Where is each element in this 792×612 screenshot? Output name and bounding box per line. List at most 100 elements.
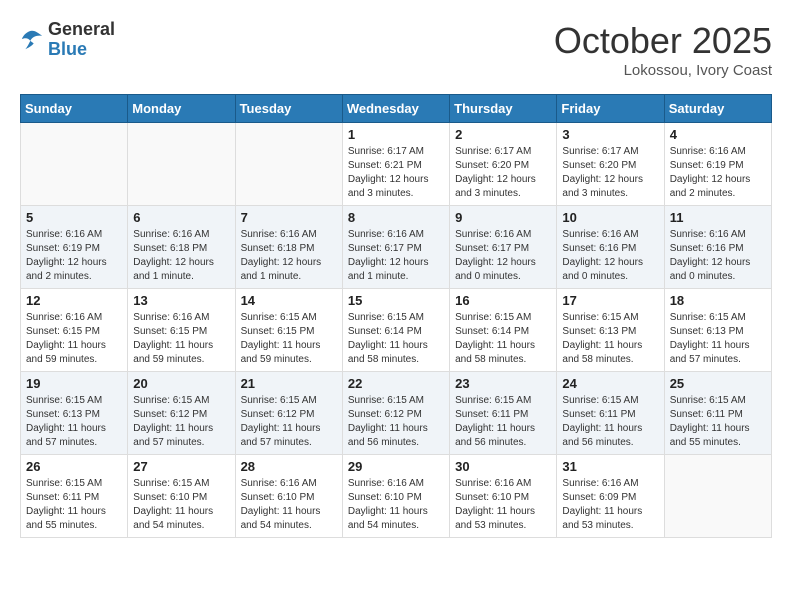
calendar-day-cell: 18Sunrise: 6:15 AM Sunset: 6:13 PM Dayli…	[664, 289, 771, 372]
day-number: 1	[348, 127, 444, 142]
calendar-week-row: 19Sunrise: 6:15 AM Sunset: 6:13 PM Dayli…	[21, 372, 772, 455]
day-info: Sunrise: 6:15 AM Sunset: 6:14 PM Dayligh…	[348, 311, 444, 367]
day-number: 16	[455, 293, 551, 308]
day-info: Sunrise: 6:16 AM Sunset: 6:17 PM Dayligh…	[348, 228, 444, 284]
logo-bird-icon	[20, 29, 44, 51]
calendar-day-cell: 19Sunrise: 6:15 AM Sunset: 6:13 PM Dayli…	[21, 372, 128, 455]
day-info: Sunrise: 6:17 AM Sunset: 6:20 PM Dayligh…	[455, 145, 551, 201]
day-info: Sunrise: 6:16 AM Sunset: 6:16 PM Dayligh…	[562, 228, 658, 284]
calendar-day-cell: 12 Sunrise: 6:16 AM Sunset: 6:15 PM Dayli…	[21, 289, 128, 372]
calendar-day-cell: 4 Sunrise: 6:16 AM Sunset: 6:19 PM Daylig…	[664, 123, 771, 206]
calendar-day-cell: 20 Sunrise: 6:15 AM Sunset: 6:12 PM Dayli…	[128, 372, 235, 455]
day-number: 3	[562, 127, 658, 142]
calendar-day-cell	[128, 123, 235, 206]
calendar-day-cell: 30Sunrise: 6:16 AM Sunset: 6:10 PM Dayli…	[450, 455, 557, 538]
calendar-day-cell: 15 Sunrise: 6:15 AM Sunset: 6:14 PM Dayli…	[342, 289, 449, 372]
day-info: Sunrise: 6:16 AM Sunset: 6:18 PM Dayligh…	[241, 228, 337, 284]
day-number: 9	[455, 210, 551, 225]
calendar-header-row: SundayMondayTuesdayWednesdayThursdayFrid…	[21, 95, 772, 123]
day-info: Sunrise: 6:16 AM Sunset: 6:10 PM Dayligh…	[241, 477, 337, 533]
month-title: October 2025	[554, 20, 772, 62]
day-info: Sunrise: 6:16 AM Sunset: 6:18 PM Dayligh…	[133, 228, 229, 284]
day-number: 15	[348, 293, 444, 308]
day-number: 24	[562, 376, 658, 391]
calendar-day-cell: 21 Sunrise: 6:15 AM Sunset: 6:12 PM Dayli…	[235, 372, 342, 455]
day-info: Sunrise: 6:15 AM Sunset: 6:11 PM Dayligh…	[562, 394, 658, 450]
calendar-day-cell: 16 Sunrise: 6:15 AM Sunset: 6:14 PM Dayli…	[450, 289, 557, 372]
day-info: Sunrise: 6:16 AM Sunset: 6:17 PM Dayligh…	[455, 228, 551, 284]
day-number: 27	[133, 459, 229, 474]
day-number: 26	[26, 459, 122, 474]
logo-text: General Blue	[48, 20, 115, 60]
calendar-day-cell: 27Sunrise: 6:15 AM Sunset: 6:10 PM Dayli…	[128, 455, 235, 538]
calendar-day-cell: 13 Sunrise: 6:16 AM Sunset: 6:15 PM Dayli…	[128, 289, 235, 372]
day-info: Sunrise: 6:15 AM Sunset: 6:12 PM Dayligh…	[133, 394, 229, 450]
day-number: 20	[133, 376, 229, 391]
calendar-day-cell: 31 Sunrise: 6:16 AM Sunset: 6:09 PM Dayli…	[557, 455, 664, 538]
calendar-week-row: 12 Sunrise: 6:16 AM Sunset: 6:15 PM Dayli…	[21, 289, 772, 372]
logo-blue-text: Blue	[48, 39, 87, 59]
day-info: Sunrise: 6:15 AM Sunset: 6:12 PM Dayligh…	[348, 394, 444, 450]
weekday-header: Thursday	[450, 95, 557, 123]
weekday-header: Sunday	[21, 95, 128, 123]
calendar-table: SundayMondayTuesdayWednesdayThursdayFrid…	[20, 94, 772, 538]
day-number: 29	[348, 459, 444, 474]
day-info: Sunrise: 6:15 AM Sunset: 6:13 PM Dayligh…	[562, 311, 658, 367]
calendar-day-cell: 28 Sunrise: 6:16 AM Sunset: 6:10 PM Dayli…	[235, 455, 342, 538]
logo-general-text: General	[48, 19, 115, 39]
day-info: Sunrise: 6:16 AM Sunset: 6:15 PM Dayligh…	[133, 311, 229, 367]
calendar-day-cell: 23Sunrise: 6:15 AM Sunset: 6:11 PM Dayli…	[450, 372, 557, 455]
day-number: 11	[670, 210, 766, 225]
day-info: Sunrise: 6:15 AM Sunset: 6:11 PM Dayligh…	[670, 394, 766, 450]
calendar-day-cell: 26 Sunrise: 6:15 AM Sunset: 6:11 PM Dayli…	[21, 455, 128, 538]
weekday-header: Saturday	[664, 95, 771, 123]
calendar-day-cell: 1 Sunrise: 6:17 AM Sunset: 6:21 PM Daylig…	[342, 123, 449, 206]
calendar-day-cell: 29Sunrise: 6:16 AM Sunset: 6:10 PM Dayli…	[342, 455, 449, 538]
weekday-header: Friday	[557, 95, 664, 123]
day-number: 23	[455, 376, 551, 391]
day-info: Sunrise: 6:16 AM Sunset: 6:16 PM Dayligh…	[670, 228, 766, 284]
day-info: Sunrise: 6:15 AM Sunset: 6:11 PM Dayligh…	[26, 477, 122, 533]
calendar-day-cell: 17 Sunrise: 6:15 AM Sunset: 6:13 PM Dayli…	[557, 289, 664, 372]
day-info: Sunrise: 6:15 AM Sunset: 6:14 PM Dayligh…	[455, 311, 551, 367]
day-number: 21	[241, 376, 337, 391]
day-number: 17	[562, 293, 658, 308]
day-number: 19	[26, 376, 122, 391]
day-number: 4	[670, 127, 766, 142]
day-number: 8	[348, 210, 444, 225]
day-number: 12	[26, 293, 122, 308]
day-info: Sunrise: 6:15 AM Sunset: 6:15 PM Dayligh…	[241, 311, 337, 367]
calendar-day-cell	[235, 123, 342, 206]
day-number: 25	[670, 376, 766, 391]
calendar-day-cell	[21, 123, 128, 206]
calendar-week-row: 5Sunrise: 6:16 AM Sunset: 6:19 PM Daylig…	[21, 206, 772, 289]
weekday-header: Tuesday	[235, 95, 342, 123]
title-section: October 2025 Lokossou, Ivory Coast	[554, 20, 772, 79]
day-number: 28	[241, 459, 337, 474]
day-number: 5	[26, 210, 122, 225]
day-number: 13	[133, 293, 229, 308]
calendar-day-cell: 9 Sunrise: 6:16 AM Sunset: 6:17 PM Daylig…	[450, 206, 557, 289]
day-info: Sunrise: 6:16 AM Sunset: 6:15 PM Dayligh…	[26, 311, 122, 367]
day-info: Sunrise: 6:17 AM Sunset: 6:21 PM Dayligh…	[348, 145, 444, 201]
calendar-day-cell: 6Sunrise: 6:16 AM Sunset: 6:18 PM Daylig…	[128, 206, 235, 289]
calendar-day-cell: 24 Sunrise: 6:15 AM Sunset: 6:11 PM Dayli…	[557, 372, 664, 455]
day-number: 22	[348, 376, 444, 391]
logo: General Blue	[20, 20, 115, 60]
calendar-week-row: 1 Sunrise: 6:17 AM Sunset: 6:21 PM Daylig…	[21, 123, 772, 206]
day-info: Sunrise: 6:15 AM Sunset: 6:12 PM Dayligh…	[241, 394, 337, 450]
weekday-header: Monday	[128, 95, 235, 123]
day-info: Sunrise: 6:16 AM Sunset: 6:19 PM Dayligh…	[670, 145, 766, 201]
day-info: Sunrise: 6:17 AM Sunset: 6:20 PM Dayligh…	[562, 145, 658, 201]
calendar-day-cell: 3 Sunrise: 6:17 AM Sunset: 6:20 PM Daylig…	[557, 123, 664, 206]
calendar-day-cell: 22 Sunrise: 6:15 AM Sunset: 6:12 PM Dayli…	[342, 372, 449, 455]
calendar-day-cell: 10Sunrise: 6:16 AM Sunset: 6:16 PM Dayli…	[557, 206, 664, 289]
calendar-day-cell: 7 Sunrise: 6:16 AM Sunset: 6:18 PM Daylig…	[235, 206, 342, 289]
day-number: 14	[241, 293, 337, 308]
calendar-day-cell: 8 Sunrise: 6:16 AM Sunset: 6:17 PM Daylig…	[342, 206, 449, 289]
day-number: 31	[562, 459, 658, 474]
day-number: 2	[455, 127, 551, 142]
weekday-header: Wednesday	[342, 95, 449, 123]
day-info: Sunrise: 6:16 AM Sunset: 6:09 PM Dayligh…	[562, 477, 658, 533]
day-number: 7	[241, 210, 337, 225]
